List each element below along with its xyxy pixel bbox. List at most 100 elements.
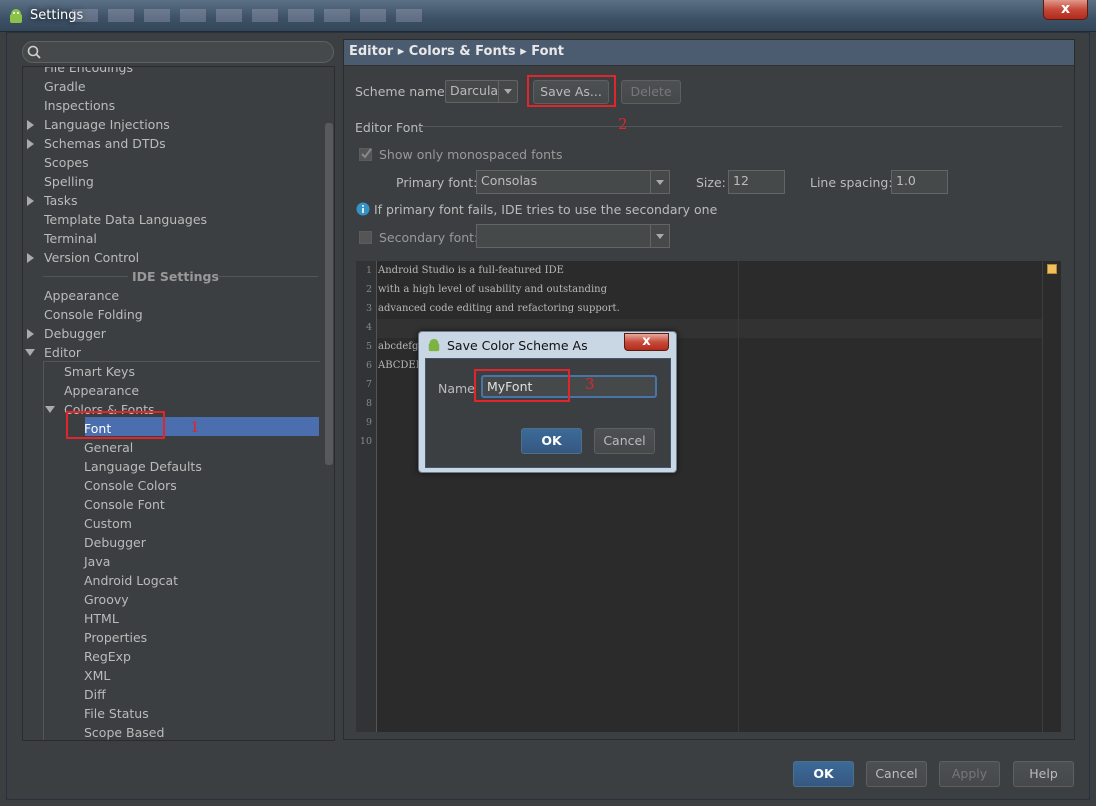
dialog-ok-button[interactable]: OK: [521, 428, 582, 454]
tree-item[interactable]: Template Data Languages: [44, 210, 207, 229]
line-number: 8: [365, 398, 372, 409]
name-label: Name: [438, 381, 475, 396]
line-spacing-input[interactable]: 1.0: [891, 170, 948, 194]
secondary-font-select[interactable]: [476, 224, 670, 248]
cancel-button[interactable]: Cancel: [866, 761, 927, 787]
annotation-number-3: 3: [585, 375, 595, 393]
tree-item[interactable]: Console Colors: [84, 476, 177, 495]
tree-item[interactable]: Inspections: [44, 96, 115, 115]
expand-arrow-icon[interactable]: [27, 329, 34, 339]
tree-item[interactable]: Debugger: [84, 533, 146, 552]
primary-font-select[interactable]: Consolas: [476, 170, 670, 194]
chevron-down-icon: [656, 180, 664, 185]
tree-item[interactable]: RegExp: [84, 647, 131, 666]
info-icon: [356, 202, 370, 216]
line-spacing-label: Line spacing:: [810, 175, 893, 190]
dropdown-divider: [650, 171, 651, 193]
tree-item[interactable]: Schemas and DTDs: [44, 134, 166, 153]
tree-item[interactable]: Appearance: [44, 286, 119, 305]
title-bar-background-blur: [72, 9, 432, 22]
window-close-button[interactable]: x: [1043, 0, 1088, 20]
editor-font-section-title: Editor Font: [355, 120, 424, 135]
chevron-down-icon: [504, 89, 512, 94]
tree-item[interactable]: Spelling: [44, 172, 94, 191]
monospaced-label: Show only monospaced fonts: [379, 147, 563, 162]
delete-button[interactable]: Delete: [621, 80, 681, 104]
line-number: 5: [365, 341, 372, 352]
tree-item[interactable]: Version Control: [44, 248, 139, 267]
tree-item[interactable]: Groovy: [84, 590, 129, 609]
tree-item[interactable]: Properties: [84, 628, 147, 647]
help-button[interactable]: Help: [1013, 761, 1074, 787]
ide-settings-header: IDE Settings: [132, 269, 219, 284]
warning-marker-icon[interactable]: [1047, 264, 1057, 274]
tree-item[interactable]: Editor: [44, 343, 81, 362]
line-number: 9: [365, 417, 372, 428]
tree-item[interactable]: Console Folding: [44, 305, 143, 324]
secondary-font-label: Secondary font:: [379, 230, 479, 245]
annotation-box-3: [474, 369, 570, 402]
secondary-font-checkbox[interactable]: [359, 231, 372, 244]
tree-scrollbar[interactable]: [325, 123, 333, 465]
annotation-number-2: 2: [618, 115, 628, 133]
android-studio-icon: [10, 9, 22, 23]
line-number: 10: [359, 436, 372, 447]
line-number: 7: [365, 379, 372, 390]
tree-item[interactable]: Java: [84, 552, 110, 571]
tree-item[interactable]: General: [84, 438, 133, 457]
section-divider-right: [214, 276, 318, 277]
tree-item[interactable]: Language Defaults: [84, 457, 202, 476]
tree-item[interactable]: Smart Keys: [64, 362, 135, 381]
tree-item[interactable]: Scope Based: [84, 723, 164, 740]
primary-font-value: Consolas: [481, 173, 538, 188]
settings-tree: File Encodings Gradle Inspections Language …: [22, 66, 335, 741]
chevron-down-icon: [656, 234, 664, 239]
dropdown-divider: [650, 225, 651, 247]
tree-item[interactable]: Android Logcat: [84, 571, 178, 590]
primary-font-label: Primary font:: [396, 175, 478, 190]
tree-item[interactable]: Language Injections: [44, 115, 170, 134]
annotation-box-1: [66, 411, 165, 439]
section-divider-left: [43, 276, 128, 277]
tree-item[interactable]: Terminal: [44, 229, 97, 248]
tree-item[interactable]: File Status: [84, 704, 149, 723]
breadcrumb-text: Editor ▸ Colors & Fonts ▸ Font: [349, 44, 564, 59]
fallback-info-text: If primary font fails, IDE tries to use …: [374, 202, 718, 217]
expand-arrow-icon[interactable]: [27, 139, 34, 149]
tree-item[interactable]: HTML: [84, 609, 119, 628]
tree-item[interactable]: Tasks: [44, 191, 78, 210]
error-stripe: [1043, 261, 1061, 732]
ok-button[interactable]: OK: [793, 761, 854, 787]
expand-arrow-icon[interactable]: [27, 253, 34, 263]
tree-item[interactable]: Debugger: [44, 324, 106, 343]
dialog-cancel-button[interactable]: Cancel: [594, 428, 655, 454]
tree-item[interactable]: Custom: [84, 514, 132, 533]
preview-code-line: with a high level of usability and outst…: [378, 284, 607, 295]
scheme-name-value: Darcula: [450, 83, 499, 98]
line-number: 3: [365, 303, 372, 314]
size-label: Size:: [696, 175, 726, 190]
tree-item[interactable]: Gradle: [44, 77, 86, 96]
tree-item[interactable]: Scopes: [44, 153, 89, 172]
expand-arrow-icon[interactable]: [27, 196, 34, 206]
tree-item[interactable]: XML: [84, 666, 110, 685]
line-number: 4: [365, 322, 372, 333]
annotation-number-1: 1: [190, 418, 200, 436]
settings-search-input[interactable]: [22, 41, 334, 63]
preview-code-line: abcdefg: [378, 341, 419, 352]
dropdown-divider: [498, 81, 499, 102]
tree-item[interactable]: Diff: [84, 685, 106, 704]
expand-arrow-icon[interactable]: [27, 120, 34, 130]
collapse-arrow-icon[interactable]: [45, 406, 55, 413]
collapse-arrow-icon[interactable]: [25, 349, 35, 356]
preview-code-line: advanced code editing and refactoring su…: [378, 303, 620, 314]
tree-item[interactable]: Appearance: [64, 381, 139, 400]
tree-item[interactable]: Console Font: [84, 495, 165, 514]
android-studio-icon: [428, 338, 440, 352]
section-divider: [418, 126, 1062, 127]
tree-item[interactable]: File Encodings: [44, 67, 133, 77]
dialog-title: Save Color Scheme As: [447, 338, 588, 353]
apply-button[interactable]: Apply: [939, 761, 1000, 787]
font-size-input[interactable]: 12: [728, 170, 785, 194]
dialog-close-button[interactable]: x: [624, 333, 669, 351]
